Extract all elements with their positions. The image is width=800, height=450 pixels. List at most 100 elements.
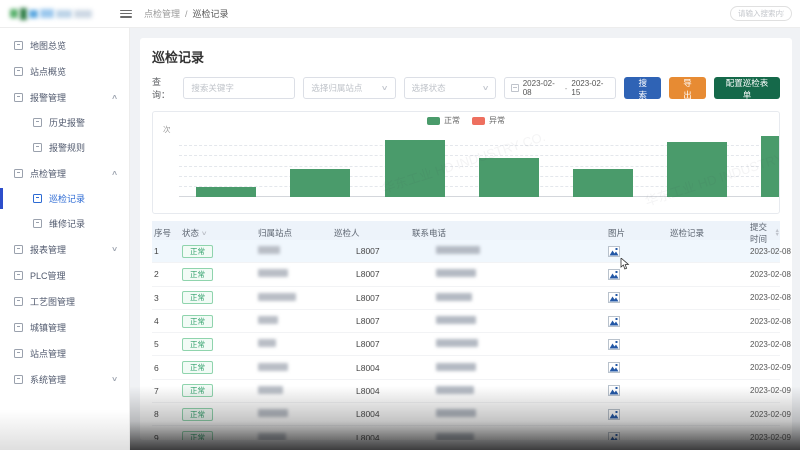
alarm-icon [14, 93, 23, 102]
breadcrumb-parent[interactable]: 点检管理 [144, 7, 180, 20]
cell-phone-redacted [410, 386, 606, 396]
sidebar-item-town-management[interactable]: 城镇管理 [0, 314, 129, 340]
image-thumbnail-icon[interactable] [608, 432, 668, 440]
col-station: 归属站点 [256, 227, 332, 239]
table-row: 6正常L80042023-02-09 09:14:00 [152, 356, 780, 379]
sidebar-item-map-overview[interactable]: 地图总览 [0, 32, 129, 58]
col-phone: 联系电话 [410, 227, 606, 239]
sidebar-item-site-overview[interactable]: 站点概览 [0, 58, 129, 84]
sidebar-item-inspection-records[interactable]: 巡检记录 [0, 186, 129, 211]
sidebar-collapse-icon[interactable] [118, 7, 134, 21]
cell-station-redacted [256, 293, 332, 303]
sidebar-item-plc-management[interactable]: PLC管理 [0, 262, 129, 288]
legend-item-normal[interactable]: 正常 [427, 115, 460, 126]
date-start: 2023-02-08 [523, 79, 561, 97]
cell-inspector: L8004 [332, 386, 410, 396]
sidebar-item-system-management[interactable]: 系统管理 ∨ [0, 366, 129, 392]
sidebar: 地图总览 站点概览 报警管理 ∧ 历史报警 报警规则 点检管理 ∧ 巡检记录 维… [0, 28, 130, 450]
cell-station-redacted [256, 386, 332, 396]
sidebar-item-alarm-management[interactable]: 报警管理 ∧ [0, 84, 129, 110]
chevron-down-icon: ∨ [201, 230, 208, 237]
top-bar: 点检管理 / 巡检记录 [0, 0, 800, 28]
map-icon [14, 41, 23, 50]
col-submit-time[interactable]: 提交时间 ▲▼ [748, 221, 780, 245]
image-thumbnail-icon[interactable] [608, 362, 668, 373]
cell-image [606, 362, 668, 373]
table-row: 4正常L80072023-02-08 09:44:56 [152, 310, 780, 333]
cell-no: 6 [152, 363, 180, 373]
status-badge: 正常 [182, 315, 213, 328]
image-thumbnail-icon[interactable] [608, 292, 668, 303]
status-badge: 正常 [182, 408, 213, 421]
report-icon [14, 245, 23, 254]
export-button[interactable]: 导出 [669, 77, 706, 99]
history-alarm-icon [33, 118, 42, 127]
col-status[interactable]: 状态 ∨ [180, 227, 256, 239]
bar-normal [573, 169, 633, 197]
cell-image [606, 246, 668, 257]
image-thumbnail-icon[interactable] [608, 246, 668, 257]
status-badge: 正常 [182, 431, 213, 440]
keyword-input[interactable] [183, 77, 295, 99]
inspection-records-card: 巡检记录 查询： 选择归属站点 ∨ 选择状态 ∨ 2023-02-08 - 20… [140, 38, 792, 440]
sidebar-item-alarm-rules[interactable]: 报警规则 [0, 135, 129, 160]
image-thumbnail-icon[interactable] [608, 269, 668, 280]
image-thumbnail-icon[interactable] [608, 339, 668, 350]
cell-no: 8 [152, 409, 180, 419]
cell-image [606, 269, 668, 280]
logo-fragment [40, 9, 54, 18]
chevron-up-icon: ∧ [111, 169, 118, 177]
breadcrumb-current: 巡检记录 [193, 7, 229, 20]
search-button[interactable]: 搜索 [624, 77, 661, 99]
cell-no: 3 [152, 293, 180, 303]
inspection-bar-chart: 正常 异常 次 0510152025302023-02-082023-02-09… [152, 111, 780, 214]
cell-image [606, 409, 668, 420]
legend-item-abnormal[interactable]: 异常 [472, 115, 505, 126]
cell-inspector: L8007 [332, 246, 410, 256]
bar-normal [290, 169, 350, 197]
col-no: 序号 [152, 227, 180, 239]
status-select[interactable]: 选择状态 ∨ [404, 77, 496, 99]
logo-fragment [29, 10, 38, 18]
cell-no: 2 [152, 269, 180, 279]
filter-bar: 查询： 选择归属站点 ∨ 选择状态 ∨ 2023-02-08 - 2023-02… [152, 75, 780, 101]
image-thumbnail-icon[interactable] [608, 316, 668, 327]
cell-no: 1 [152, 246, 180, 256]
status-badge: 正常 [182, 268, 213, 281]
town-icon [14, 323, 23, 332]
sidebar-item-station-management[interactable]: 站点管理 [0, 340, 129, 366]
cell-image [606, 339, 668, 350]
system-icon [14, 375, 23, 384]
query-label: 查询： [152, 75, 175, 101]
cell-status: 正常 [180, 361, 256, 374]
status-badge: 正常 [182, 291, 213, 304]
breadcrumb: 点检管理 / 巡检记录 [144, 7, 229, 20]
configure-inspection-form-button[interactable]: 配置巡检表单 [714, 77, 780, 99]
cell-inspector: L8007 [332, 339, 410, 349]
sort-icon[interactable]: ▲▼ [775, 229, 780, 237]
chart-legend: 正常 异常 [153, 115, 779, 126]
sidebar-item-history-alarms[interactable]: 历史报警 [0, 110, 129, 135]
col-image: 图片 [606, 227, 668, 239]
table-row: 9正常L80042023-02-09 09:41:26 [152, 426, 780, 440]
status-badge: 正常 [182, 384, 213, 397]
sidebar-item-report-management[interactable]: 报表管理 ∨ [0, 236, 129, 262]
logo-fragment [74, 10, 92, 18]
global-search-input[interactable] [730, 6, 792, 21]
cell-station-redacted [256, 363, 332, 373]
site-overview-icon [14, 67, 23, 76]
date-range-picker[interactable]: 2023-02-08 - 2023-02-15 [504, 77, 617, 99]
cell-phone-redacted [410, 433, 606, 440]
sidebar-item-inspection-management[interactable]: 点检管理 ∧ [0, 160, 129, 186]
station-icon [14, 349, 23, 358]
cell-phone-redacted [410, 409, 606, 419]
station-select[interactable]: 选择归属站点 ∨ [303, 77, 395, 99]
alarm-rule-icon [33, 143, 42, 152]
cell-phone-redacted [410, 339, 606, 349]
sidebar-item-maintenance-records[interactable]: 维修记录 [0, 211, 129, 236]
image-thumbnail-icon[interactable] [608, 409, 668, 420]
image-thumbnail-icon[interactable] [608, 385, 668, 396]
sidebar-item-process-diagram-management[interactable]: 工艺图管理 [0, 288, 129, 314]
cell-inspector: L8004 [332, 409, 410, 419]
cell-station-redacted [256, 409, 332, 419]
